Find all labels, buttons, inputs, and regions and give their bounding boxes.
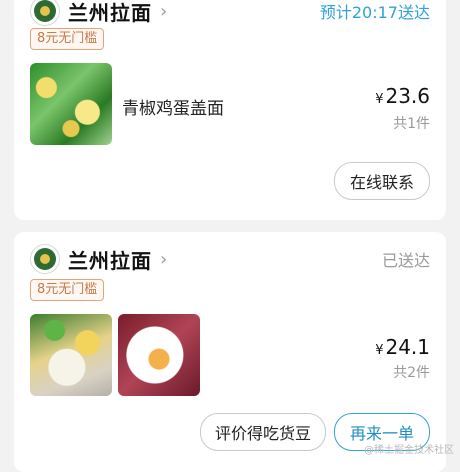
currency-symbol: ¥ — [375, 92, 384, 107]
coupon-badge: 8元无门槛 — [30, 28, 105, 50]
dish-image[interactable] — [118, 314, 200, 396]
delivery-status: 已送达 — [381, 251, 430, 270]
shop-header[interactable]: 兰州拉面 › 预计20:17送达 — [30, 0, 430, 28]
dish-image[interactable] — [30, 314, 112, 396]
shop-header[interactable]: 兰州拉面 › 已送达 — [30, 242, 430, 276]
contact-online-button[interactable]: 在线联系 — [334, 162, 430, 200]
delivery-status: 预计20:17送达 — [319, 3, 430, 22]
currency-symbol: ¥ — [375, 343, 384, 358]
chevron-right-icon[interactable]: › — [160, 249, 167, 270]
chevron-right-icon[interactable]: › — [160, 1, 167, 22]
dish-image[interactable] — [30, 63, 112, 145]
order-card[interactable]: 兰州拉面 › 预计20:17送达 8元无门槛 青椒鸡蛋盖面 ¥23.6 共1件 … — [14, 0, 446, 220]
order-price: ¥23.6 — [375, 84, 430, 108]
shop-logo-icon — [30, 0, 60, 26]
shop-name[interactable]: 兰州拉面 — [68, 0, 152, 26]
coupon-badge: 8元无门槛 — [30, 279, 105, 301]
shop-name[interactable]: 兰州拉面 — [68, 245, 152, 274]
watermark: @稀土掘金技术社区 — [364, 445, 454, 456]
price-value: 24.1 — [385, 335, 430, 359]
item-count: 共2件 — [393, 365, 430, 381]
order-price: ¥24.1 — [375, 335, 430, 359]
item-count: 共1件 — [393, 116, 430, 132]
price-value: 23.6 — [385, 84, 430, 108]
review-button[interactable]: 评价得吃货豆 — [200, 413, 326, 451]
shop-logo-icon — [30, 244, 60, 274]
order-card[interactable]: 兰州拉面 › 已送达 8元无门槛 ¥24.1 共2件 评价得吃货豆 再来一单 — [14, 232, 446, 472]
dish-name: 青椒鸡蛋盖面 — [122, 99, 224, 119]
